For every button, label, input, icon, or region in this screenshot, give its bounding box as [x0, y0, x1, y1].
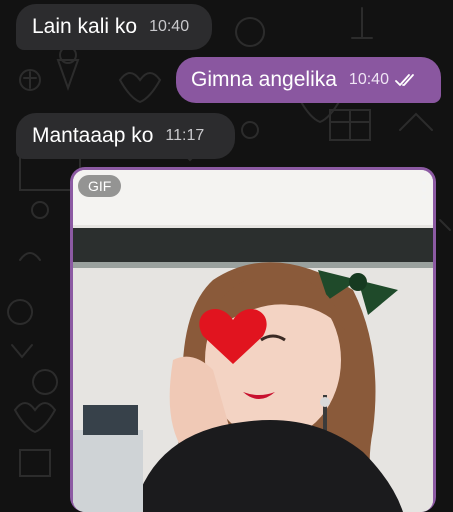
message-text: Gimna angelika [191, 68, 337, 91]
gif-message[interactable]: GIF [70, 167, 436, 512]
message-text: Mantaaap ko [32, 124, 154, 147]
message-time: 10:40 [348, 71, 389, 88]
gif-image[interactable] [73, 170, 433, 512]
read-receipt-icon [395, 73, 419, 87]
more-vertical-icon[interactable] [422, 181, 426, 199]
message-text: Lain kali ko [32, 15, 138, 38]
gif-badge: GIF [78, 175, 122, 197]
message-time: 10:40 [149, 18, 190, 35]
gif-illustration [73, 170, 433, 512]
message-bubble-outgoing[interactable]: Gimna angelika 10:40 [176, 57, 441, 103]
message-bubble-incoming[interactable]: Lain kali ko 10:40 [16, 4, 212, 50]
message-bubble-incoming[interactable]: Mantaaap ko 11:17 [16, 113, 235, 159]
message-time: 11:17 [165, 127, 205, 144]
